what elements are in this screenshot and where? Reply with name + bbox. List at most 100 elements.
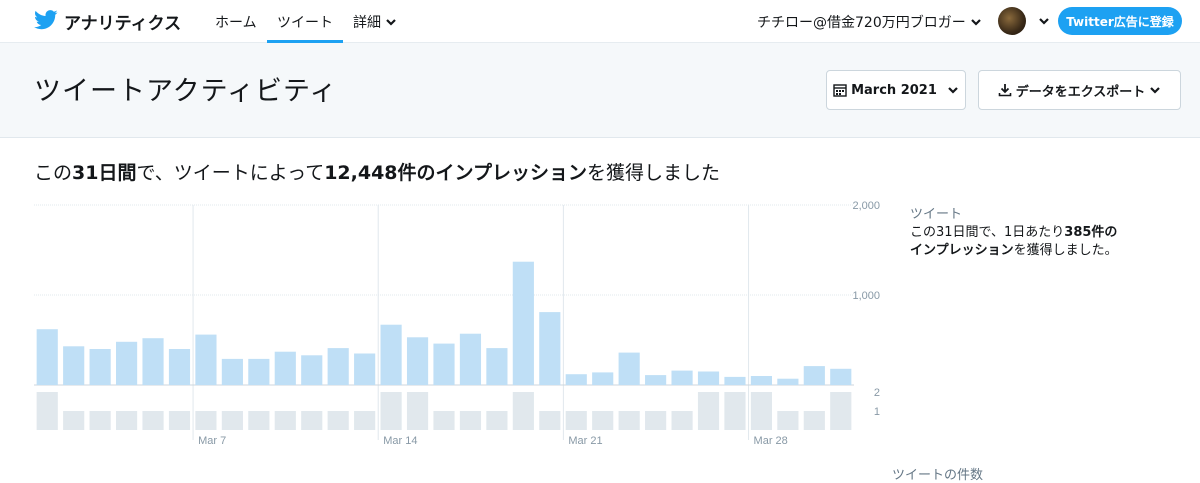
side-panel-text: この31日間で、1日あたり385件のインプレッションを獲得しました。 (910, 224, 1120, 260)
tweet-count-bar[interactable] (89, 411, 111, 430)
tweet-count-tick-label: 2 (874, 387, 880, 399)
page-title: ツイートアクティビティ (34, 76, 338, 107)
tweet-count-bar[interactable] (354, 411, 376, 430)
impression-bar[interactable] (592, 372, 614, 385)
chevron-down-icon (948, 87, 958, 94)
nav-tweets[interactable]: ツイート (267, 0, 343, 43)
impression-bar[interactable] (459, 333, 482, 385)
export-data-label: データをエクスポート (1015, 84, 1146, 100)
tweet-count-bar[interactable] (512, 392, 534, 430)
tweet-count-bar[interactable] (671, 411, 693, 430)
tweet-count-bar[interactable] (301, 411, 323, 430)
tweet-count-tick-label: 1 (874, 406, 880, 418)
tweet-count-bar[interactable] (565, 411, 587, 430)
account-switcher[interactable]: チチロー@借金720万円ブロガー (757, 0, 982, 43)
side-text-suffix: を獲得しました。 (1013, 243, 1118, 258)
impression-bar[interactable] (645, 375, 667, 385)
x-tick-label: Mar 7 (198, 435, 226, 447)
impression-bar[interactable] (539, 312, 561, 385)
tweet-count-bar[interactable] (803, 411, 825, 430)
y-tick-label: 2,000 (852, 200, 880, 212)
twitter-ads-signup-button[interactable]: Twitter広告に登録 (1058, 7, 1182, 35)
impression-bar[interactable] (36, 329, 58, 385)
tweet-count-bar[interactable] (777, 411, 799, 430)
impression-bar[interactable] (618, 352, 640, 385)
impressions-summary: この31日間で、ツイートによって12,448件のインプレッションを獲得しました (34, 158, 720, 185)
tweet-count-bar[interactable] (195, 411, 217, 430)
tweet-count-bar[interactable] (592, 411, 614, 430)
impression-bar[interactable] (327, 348, 349, 385)
tweet-count-bar[interactable] (168, 411, 191, 430)
tweet-count-bar[interactable] (486, 411, 508, 430)
impression-bar[interactable] (248, 358, 270, 385)
impression-bar[interactable] (168, 349, 191, 385)
impression-bar[interactable] (406, 337, 429, 385)
nav-tweets-label[interactable]: ツイート (277, 12, 333, 32)
side-text-prefix: この31日間で、1日あたり (910, 225, 1065, 240)
tweet-count-bar[interactable] (539, 411, 561, 430)
impression-bar[interactable] (803, 366, 825, 385)
impression-bar[interactable] (116, 341, 138, 385)
impression-bar[interactable] (777, 378, 799, 385)
chevron-down-icon[interactable] (1038, 15, 1050, 27)
tweet-count-bar[interactable] (459, 411, 482, 430)
impression-bar[interactable] (697, 371, 720, 386)
tweet-count-bar[interactable] (142, 411, 164, 430)
tweet-count-bar[interactable] (380, 392, 402, 430)
nav-home[interactable]: ホーム (215, 0, 257, 43)
tweet-count-bar[interactable] (63, 411, 85, 430)
impression-bar[interactable] (354, 353, 376, 386)
impression-bar[interactable] (63, 346, 85, 385)
tweet-count-bar[interactable] (830, 392, 852, 430)
export-data-button[interactable]: データをエクスポート (978, 70, 1181, 110)
analytics-brand[interactable]: アナリティクス (64, 9, 181, 34)
avatar[interactable] (998, 7, 1026, 35)
x-tick-label: Mar 21 (568, 435, 602, 447)
impressions-chart-svg: 2,000 1,000 2 1 Mar 7 Mar 14 Mar 21 Mar 28 (34, 200, 880, 447)
tweet-count-bar[interactable] (433, 411, 455, 430)
impression-bar[interactable] (274, 351, 296, 385)
x-tick-label: Mar 28 (754, 435, 788, 447)
account-name[interactable]: チチロー@借金720万円ブロガー (757, 12, 966, 32)
impression-bar[interactable] (512, 261, 534, 385)
twitter-bird-icon[interactable] (34, 9, 58, 31)
impression-bar[interactable] (195, 334, 217, 385)
tweet-count-bar[interactable] (645, 411, 667, 430)
impression-bar[interactable] (830, 368, 852, 385)
tweet-count-bar[interactable] (406, 392, 429, 430)
tweet-count-bar[interactable] (697, 392, 720, 430)
tweet-count-bar[interactable] (221, 411, 243, 430)
tweet-count-bar[interactable] (36, 392, 58, 430)
nav-details-label[interactable]: 詳細 (353, 12, 381, 32)
nav-home-label[interactable]: ホーム (215, 12, 257, 32)
impression-bar[interactable] (89, 349, 111, 385)
chevron-down-icon (386, 18, 396, 26)
tweet-count-bar[interactable] (116, 411, 138, 430)
x-tick-label: Mar 14 (383, 435, 417, 447)
chevron-down-icon (1150, 87, 1161, 94)
impression-bar[interactable] (750, 376, 772, 385)
tweet-count-bar[interactable] (274, 411, 296, 430)
tweet-count-bar[interactable] (750, 392, 772, 430)
impression-bar[interactable] (486, 348, 508, 385)
tweet-count-bar[interactable] (327, 411, 349, 430)
impression-bar[interactable] (301, 355, 323, 385)
tweet-count-bar[interactable] (248, 411, 270, 430)
chevron-down-icon (970, 18, 981, 26)
impression-bar[interactable] (142, 338, 164, 385)
impression-bar[interactable] (724, 376, 746, 385)
tweet-count-bar[interactable] (618, 411, 640, 430)
summary-days: 31日間 (72, 162, 137, 184)
impression-bar[interactable] (380, 324, 402, 385)
impression-bar[interactable] (565, 374, 587, 385)
impression-bar[interactable] (433, 343, 455, 385)
impression-bar[interactable] (671, 370, 693, 385)
tweet-count-bar[interactable] (724, 392, 746, 430)
summary-prefix: この (34, 162, 73, 184)
y-tick-label: 1,000 (852, 290, 880, 302)
impressions-chart: 2,000 1,000 2 1 Mar 7 Mar 14 Mar 21 Mar 28 (34, 200, 884, 450)
impression-bar[interactable] (221, 358, 243, 385)
summary-impressions: 12,448件のインプレッション (324, 162, 587, 184)
nav-details[interactable]: 詳細 (353, 0, 397, 43)
date-range-button[interactable]: March 2021 (826, 70, 966, 110)
